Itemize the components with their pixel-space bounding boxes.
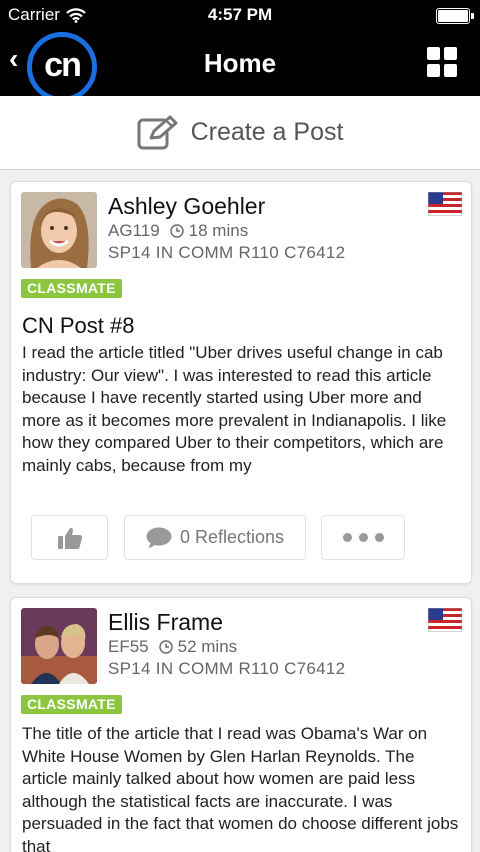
- post-body[interactable]: I read the article titled "Uber drives u…: [22, 342, 464, 498]
- status-time: 4:57 PM: [207, 5, 273, 24]
- post-meta: EF55 52 mins: [108, 637, 237, 657]
- status-badge: CLASSMATE: [21, 279, 122, 298]
- post-card[interactable]: Ashley Goehler AG119 18 mins SP14 IN COM…: [10, 181, 472, 584]
- clock-icon: [169, 224, 184, 238]
- post-body[interactable]: The title of the article that I read was…: [22, 723, 464, 852]
- nav-bar: ‹ cn Home: [0, 30, 480, 102]
- course-code: SP14 IN COMM R110 C76412: [108, 243, 346, 262]
- status-bar: Carrier 4:57 PM: [0, 0, 480, 30]
- create-post-label: Create a Post: [190, 118, 344, 146]
- clock-icon: [158, 640, 173, 654]
- author-name[interactable]: Ellis Frame: [108, 609, 223, 636]
- post-card[interactable]: Ellis Frame EF55 52 mins SP14 IN COMM R1…: [10, 597, 472, 852]
- author-code: AG119: [108, 221, 160, 240]
- time-ago: 18 mins: [188, 221, 249, 240]
- course-code: SP14 IN COMM R110 C76412: [108, 659, 346, 678]
- edit-icon: [137, 115, 178, 149]
- page-title: Home: [203, 48, 277, 78]
- like-button[interactable]: [31, 515, 108, 560]
- post-title[interactable]: CN Post #8: [22, 313, 135, 339]
- more-icon[interactable]: [321, 515, 405, 560]
- post-meta: AG119 18 mins: [108, 221, 248, 241]
- avatar[interactable]: [21, 608, 97, 684]
- us-flag-icon: [428, 608, 462, 632]
- author-code: EF55: [108, 637, 149, 656]
- time-ago: 52 mins: [177, 637, 238, 656]
- us-flag-icon: [428, 192, 462, 216]
- reflections-count: 0 Reflections: [179, 527, 285, 547]
- create-post-button[interactable]: Create a Post: [0, 96, 480, 170]
- author-name[interactable]: Ashley Goehler: [108, 193, 265, 220]
- thumbs-up-icon: [57, 527, 82, 549]
- avatar[interactable]: [21, 192, 97, 268]
- reflections-button[interactable]: 0 Reflections: [124, 515, 306, 560]
- grid-menu-icon[interactable]: [427, 47, 457, 77]
- battery-icon: [436, 8, 474, 24]
- status-badge: CLASSMATE: [21, 695, 122, 714]
- comment-icon: [146, 527, 172, 548]
